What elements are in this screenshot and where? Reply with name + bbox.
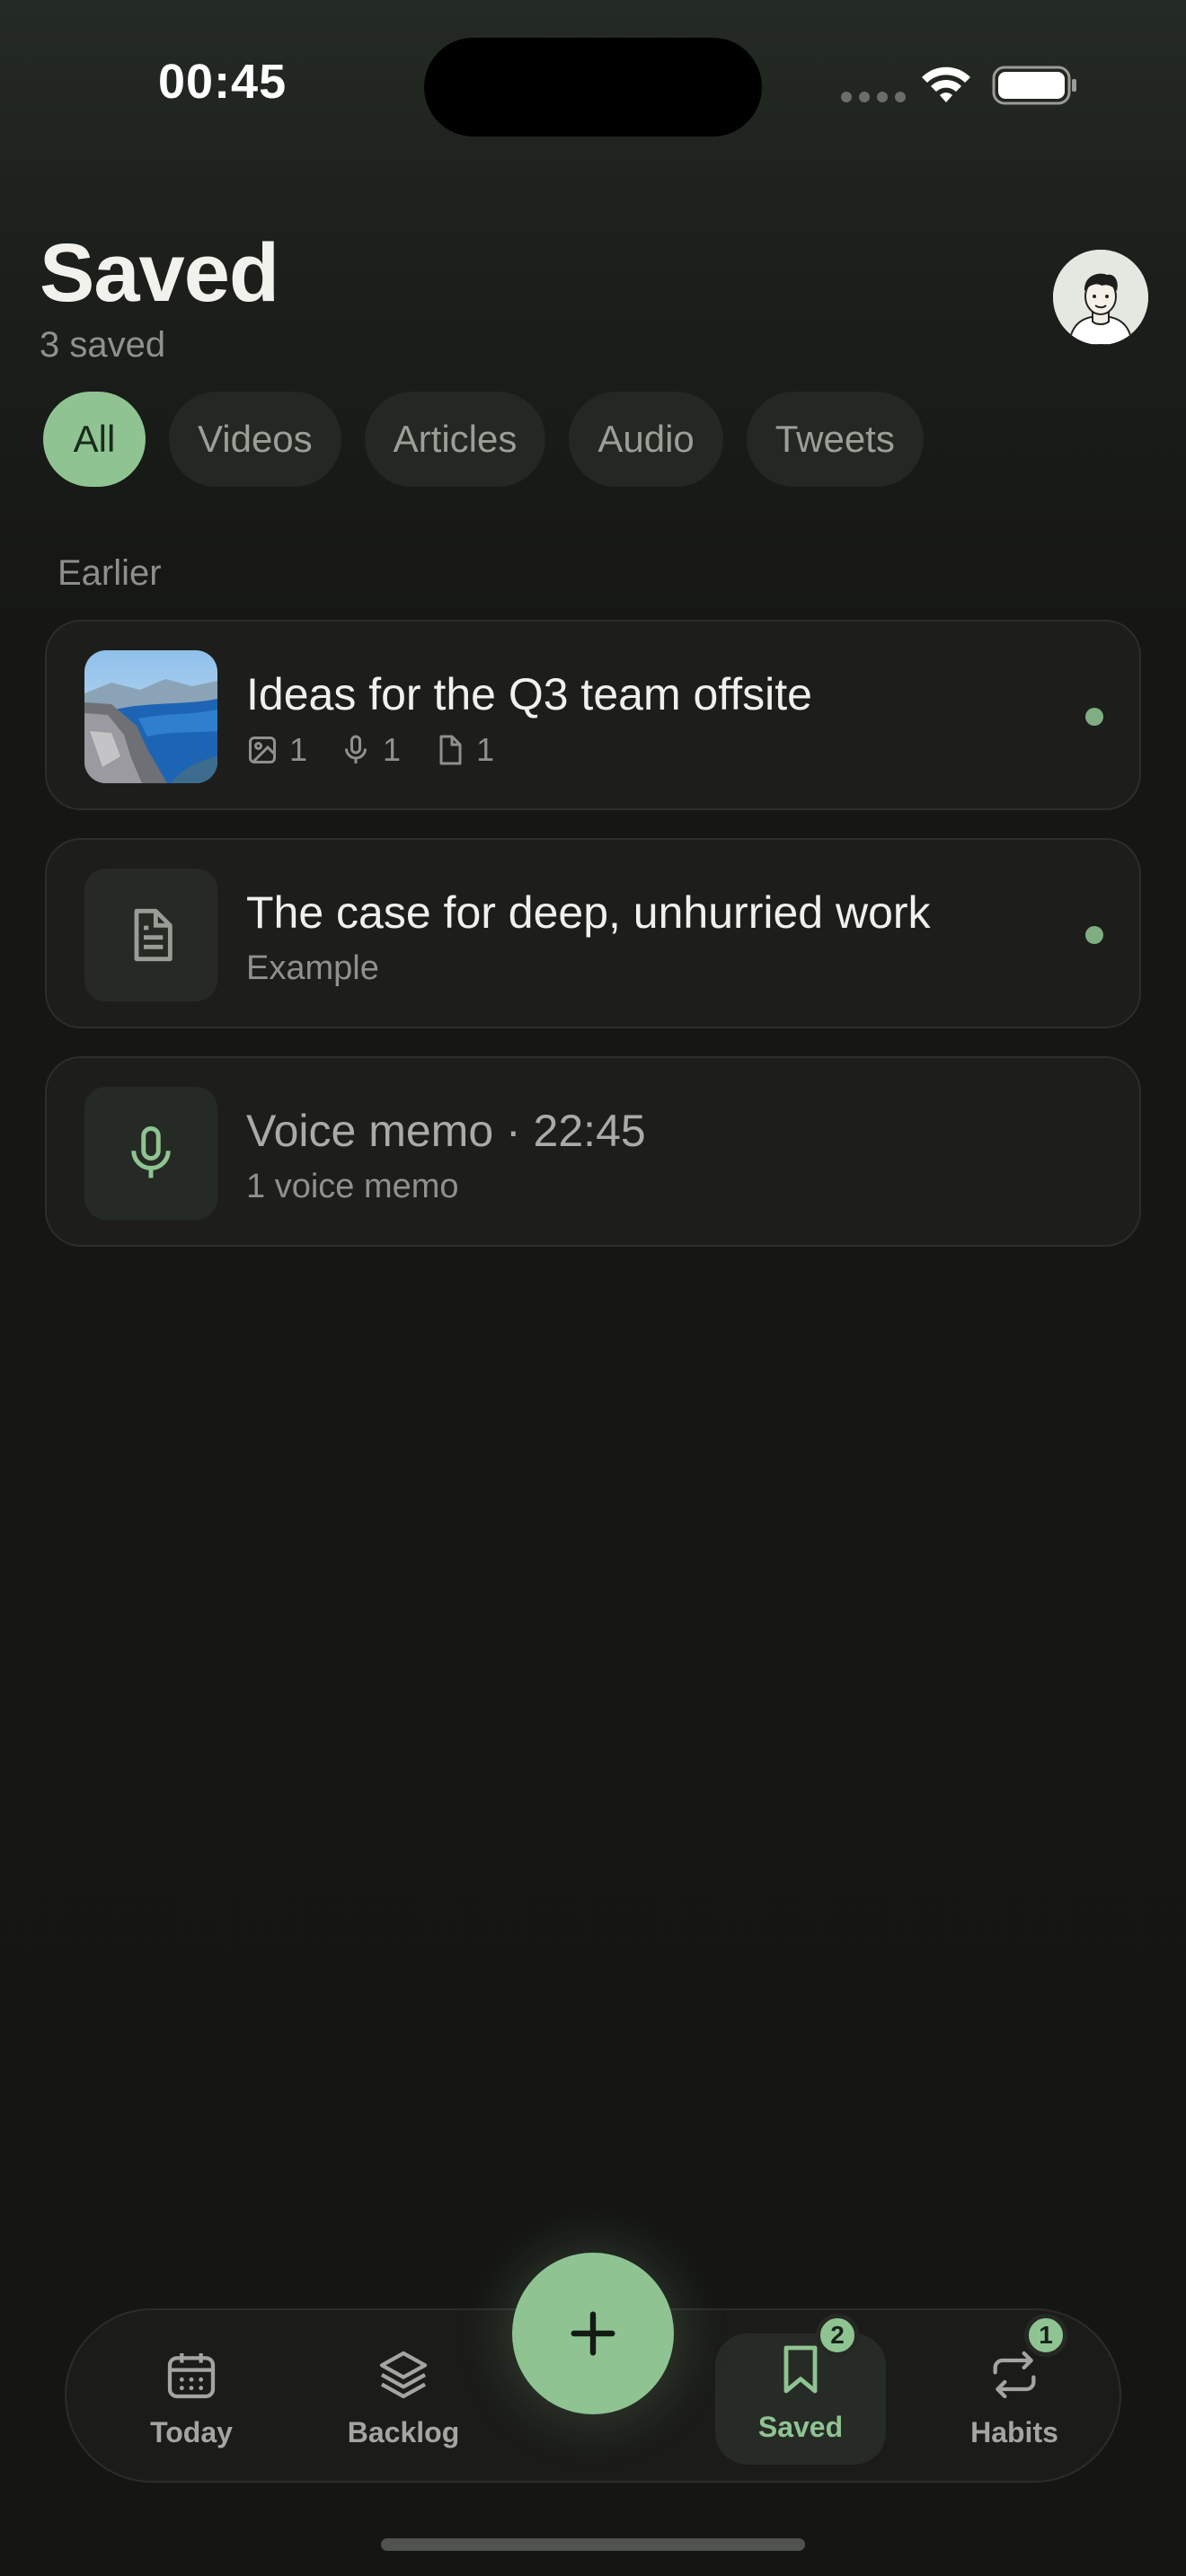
item-title: Voice memo · 22:45 (246, 1106, 646, 1156)
nav-label-saved: Saved (757, 2411, 844, 2443)
repeat-icon (993, 2351, 1036, 2399)
voice-count-value: 1 (383, 731, 402, 768)
image-icon (249, 737, 276, 763)
microphone-icon (131, 1126, 171, 1178)
nav-item-backlog[interactable]: Backlog (318, 2339, 489, 2465)
nav-label-backlog: Backlog (347, 2416, 460, 2448)
nav-item-saved[interactable]: Saved (715, 2333, 886, 2465)
landscape-photo-icon (84, 650, 217, 783)
home-indicator (381, 2538, 805, 2551)
filter-chip-all[interactable]: All (43, 392, 146, 487)
saved-item-card[interactable]: The case for deep, unhurried work Exampl… (45, 838, 1141, 1028)
page-title: Saved (40, 227, 279, 319)
saved-item-card[interactable]: Voice memo · 22:45 1 voice memo (45, 1056, 1141, 1247)
item-title: The case for deep, unhurried work (246, 887, 931, 938)
add-button[interactable] (512, 2253, 674, 2414)
section-label-earlier: Earlier (58, 553, 162, 593)
status-time: 00:45 (158, 55, 288, 109)
filter-chip-audio[interactable]: Audio (569, 392, 723, 487)
nav-item-habits[interactable]: Habits (929, 2339, 1100, 2465)
nav-label-today: Today (150, 2416, 233, 2448)
habits-count-badge: 1 (1024, 2314, 1067, 2357)
item-meta: 1 1 1 (246, 731, 494, 769)
item-thumbnail (84, 869, 217, 1001)
nav-label-habits: Habits (970, 2416, 1058, 2448)
landscape-thumbnail (84, 650, 217, 783)
saved-screen: 00:45 Saved 3 saved All Videos Articles … (0, 0, 1186, 2576)
calendar-icon (167, 2353, 216, 2399)
voice-count: 1 (340, 731, 401, 769)
item-title: Ideas for the Q3 team offsite (246, 669, 812, 719)
unread-indicator (1085, 708, 1103, 726)
avatar-illustration-icon (1053, 250, 1148, 345)
unread-indicator (1085, 926, 1103, 944)
wifi-icon (922, 66, 970, 102)
microphone-icon (345, 735, 367, 763)
battery-icon (992, 66, 1076, 105)
item-thumbnail (84, 1087, 217, 1220)
saved-item-card[interactable]: Ideas for the Q3 team offsite 1 1 1 (45, 620, 1141, 810)
saved-count: 3 saved (40, 325, 166, 365)
filter-chip-videos[interactable]: Videos (169, 392, 341, 487)
profile-avatar[interactable] (1053, 250, 1148, 345)
nav-item-today[interactable]: Today (106, 2339, 277, 2465)
cellular-signal-icon (841, 92, 906, 102)
image-count: 1 (246, 731, 307, 769)
layers-icon (379, 2351, 428, 2399)
filter-chip-articles[interactable]: Articles (364, 392, 546, 487)
file-count: 1 (433, 731, 494, 769)
filter-chip-tweets[interactable]: Tweets (746, 392, 924, 487)
item-subtitle: Example (246, 949, 379, 987)
file-count-value: 1 (476, 731, 495, 768)
image-count-value: 1 (289, 731, 308, 768)
file-icon (439, 735, 462, 765)
saved-count-badge: 2 (816, 2314, 859, 2357)
dynamic-island (424, 38, 762, 137)
filter-chips: All Videos Articles Audio Tweets (43, 392, 924, 487)
plus-icon (571, 2311, 615, 2356)
document-icon (134, 908, 173, 962)
item-subtitle: 1 voice memo (246, 1168, 459, 1205)
